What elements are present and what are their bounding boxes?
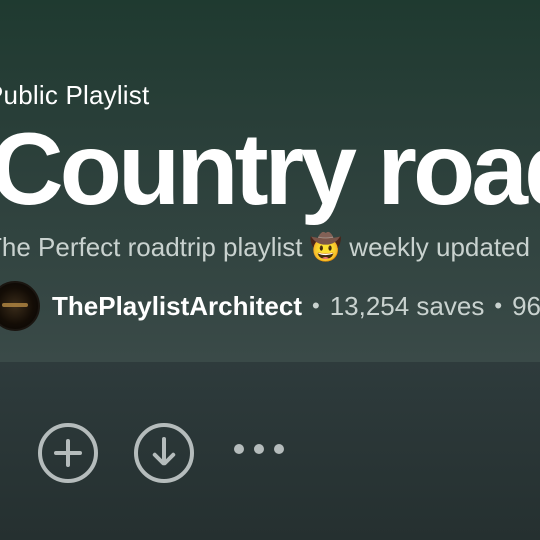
previous-chevron-icon[interactable] bbox=[0, 432, 10, 472]
add-to-library-button[interactable] bbox=[38, 423, 98, 483]
playlist-screen: Public Playlist Country roads The Perfec… bbox=[0, 0, 540, 540]
song-count: 96 bbox=[512, 290, 540, 321]
playlist-title: Country roads bbox=[0, 112, 540, 226]
dot-icon bbox=[234, 444, 244, 454]
dot-icon bbox=[274, 444, 284, 454]
saves-count: 13,254 saves bbox=[329, 290, 485, 321]
owner-avatar[interactable] bbox=[0, 281, 40, 331]
meta-separator-dot: • bbox=[494, 293, 503, 318]
more-options-button[interactable] bbox=[234, 444, 284, 458]
playlist-type-label: Public Playlist bbox=[0, 80, 150, 110]
meta-separator-dot: • bbox=[311, 293, 320, 318]
playlist-header: Public Playlist Country roads The Perfec… bbox=[0, 0, 540, 362]
dot-icon bbox=[254, 444, 264, 454]
playlist-description: The Perfect roadtrip playlist 🤠 weekly u… bbox=[0, 232, 530, 262]
download-button[interactable] bbox=[134, 423, 194, 483]
playlist-meta: ThePlaylistArchitect • 13,254 saves • 96 bbox=[0, 280, 540, 332]
owner-name-link[interactable]: ThePlaylistArchitect bbox=[52, 291, 302, 322]
